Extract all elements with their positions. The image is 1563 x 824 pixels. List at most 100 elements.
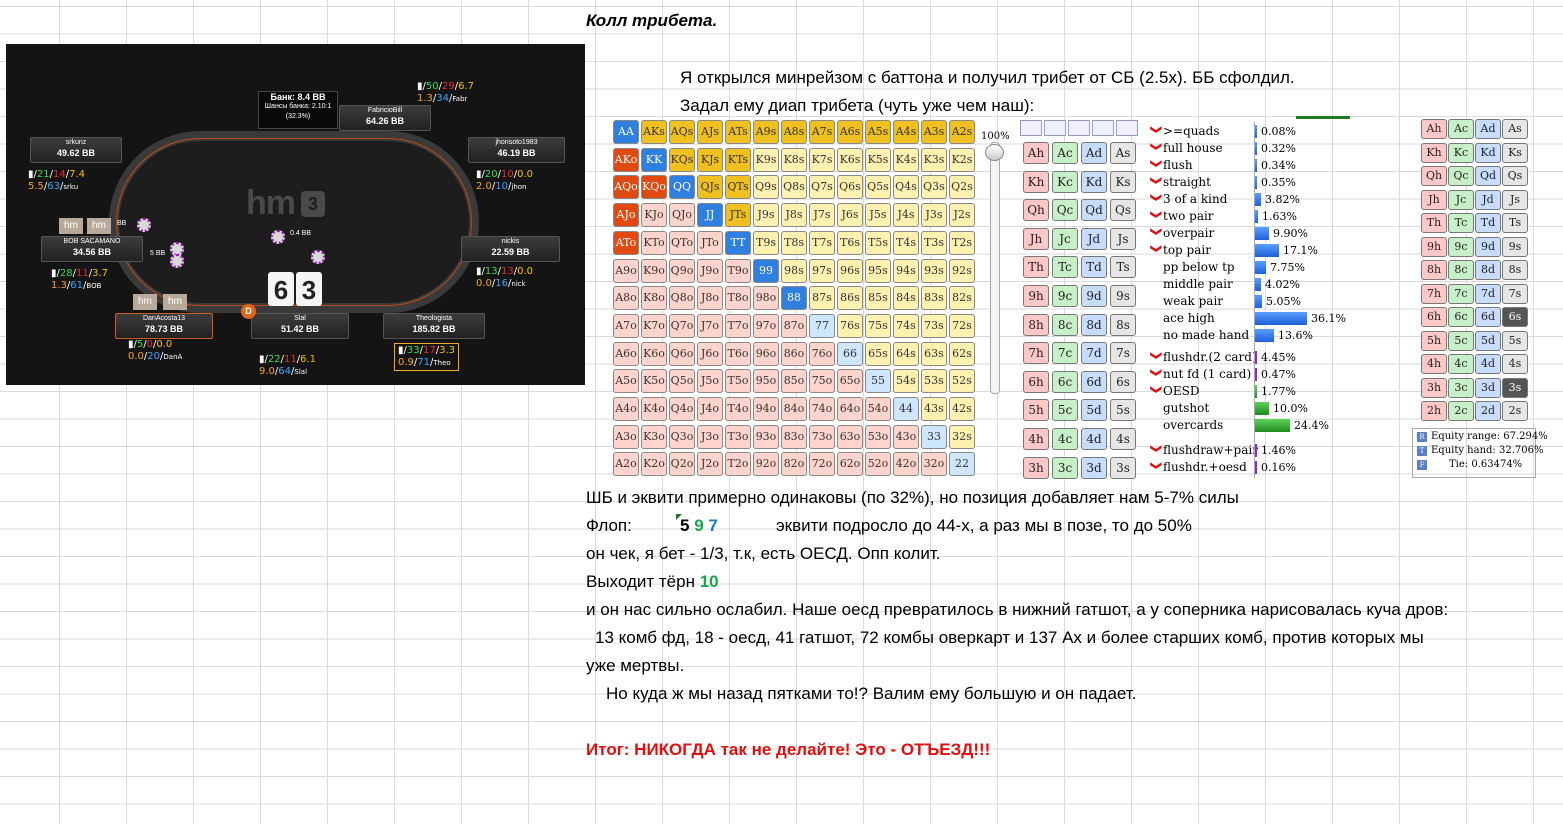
board-card[interactable]: Ah [1023,142,1049,164]
range-cell[interactable]: 76s [837,313,863,338]
dead-card[interactable]: 7s [1502,283,1528,304]
range-cell[interactable]: A9s [753,120,779,144]
range-cell[interactable]: 55 [865,369,891,394]
chevron-down-icon[interactable]: ❯ [1149,210,1163,224]
range-cell[interactable]: T9s [753,230,779,255]
range-cell[interactable]: AJo [613,203,639,228]
range-cell[interactable]: 77 [809,313,835,338]
range-cell[interactable]: A8s [781,120,807,144]
dead-card[interactable]: 9d [1475,236,1501,257]
range-cell[interactable]: 74s [893,313,919,338]
range-cell[interactable]: Q6s [837,175,863,200]
range-cell[interactable]: J2s [949,203,975,228]
range-cell[interactable]: K7o [641,313,667,338]
chevron-down-icon[interactable]: ❯ [1149,461,1163,475]
range-cell[interactable]: 92o [753,452,779,477]
range-cell[interactable]: KQo [641,175,667,200]
board-slot[interactable] [1068,120,1090,136]
range-cell[interactable]: 87s [809,286,835,311]
range-cell[interactable]: 76o [809,341,835,366]
dead-card[interactable]: Td [1475,213,1501,233]
range-cell[interactable]: T7s [809,230,835,255]
range-cell[interactable]: Q3o [669,424,695,449]
range-cell[interactable]: 86s [837,286,863,311]
range-cell[interactable]: 52s [949,369,975,394]
dead-card[interactable]: Kc [1448,142,1474,163]
range-cell[interactable]: K7s [809,147,835,172]
range-cell[interactable]: Q3s [921,175,947,200]
range-cell[interactable]: AJs [697,120,723,144]
range-cell[interactable]: J7s [809,203,835,228]
range-cell[interactable]: 62o [837,452,863,477]
board-card[interactable]: 8c [1052,313,1078,336]
range-cell[interactable]: Q4s [893,175,919,200]
dead-card[interactable]: 4d [1475,354,1501,374]
range-cell[interactable]: 85o [781,369,807,394]
board-card[interactable]: 5d [1081,399,1107,422]
range-cell[interactable]: J2o [697,452,723,477]
range-cell[interactable]: QJs [697,175,723,200]
range-cell[interactable]: 82o [781,452,807,477]
board-card[interactable]: 9d [1081,285,1107,307]
range-cell[interactable]: A3s [921,120,947,144]
chevron-down-icon[interactable]: ❯ [1149,368,1163,382]
range-cell[interactable]: 88 [781,286,807,311]
board-card[interactable]: 9s [1110,285,1136,307]
range-cell[interactable]: 95o [753,369,779,394]
dead-card[interactable]: Qs [1502,166,1528,186]
dead-card[interactable]: 4s [1502,354,1528,374]
range-cell[interactable]: J4s [893,203,919,228]
range-cell[interactable]: 54s [893,369,919,394]
dead-card[interactable]: 9h [1421,236,1447,257]
range-cell[interactable]: A6s [837,120,863,144]
board-card[interactable]: 8d [1081,313,1107,336]
range-cell[interactable]: 22 [949,452,975,477]
board-card[interactable]: 4c [1052,428,1078,450]
range-cell[interactable]: 73s [921,313,947,338]
range-cell[interactable]: A7o [613,313,639,338]
dead-card[interactable]: 7c [1448,283,1474,304]
range-cell[interactable]: A7s [809,120,835,144]
range-cell[interactable]: 96o [753,341,779,366]
dead-card[interactable]: Kh [1421,142,1447,163]
range-cell[interactable]: AKs [641,120,667,144]
range-cell[interactable]: J4o [697,397,723,421]
dead-card[interactable]: 5c [1448,330,1474,351]
chevron-down-icon[interactable]: ❯ [1149,176,1163,190]
dead-card[interactable]: 9s [1502,236,1528,257]
range-cell[interactable]: Q2o [669,452,695,477]
range-cell[interactable]: A9o [613,258,639,283]
board-card[interactable]: Jd [1081,227,1107,250]
board-card[interactable]: 7c [1052,342,1078,365]
range-cell[interactable]: T7o [725,313,751,338]
dead-card[interactable]: 3h [1421,377,1447,398]
range-cell[interactable]: 64s [893,341,919,366]
range-cell[interactable]: 33 [921,424,947,449]
range-cell[interactable]: QTs [725,175,751,200]
dead-card[interactable]: 8s [1502,260,1528,280]
chevron-down-icon[interactable]: ❯ [1149,227,1163,241]
range-cell[interactable]: 95s [865,258,891,283]
dead-card[interactable]: 4h [1421,354,1447,374]
range-cell[interactable]: T5s [865,230,891,255]
board-card[interactable]: 5h [1023,399,1049,422]
range-cell[interactable]: K4s [893,147,919,172]
range-cell[interactable]: 65o [837,369,863,394]
range-cell[interactable]: ATo [613,230,639,255]
dead-card[interactable]: 2d [1475,401,1501,421]
dead-card[interactable]: Th [1421,213,1447,233]
board-card[interactable]: Ts [1110,256,1136,279]
range-cell[interactable]: K8s [781,147,807,172]
board-card[interactable]: 4s [1110,428,1136,450]
board-card[interactable]: 6c [1052,370,1078,393]
dead-card[interactable]: Js [1502,189,1528,210]
range-cell[interactable]: K6s [837,147,863,172]
range-cell[interactable]: 75o [809,369,835,394]
range-cell[interactable]: 85s [865,286,891,311]
dead-card[interactable]: 5s [1502,330,1528,351]
range-cell[interactable]: 63s [921,341,947,366]
board-card[interactable]: Jh [1023,227,1049,250]
range-cell[interactable]: 52o [865,452,891,477]
dead-card[interactable]: Tc [1448,213,1474,233]
dead-card[interactable]: 2c [1448,401,1474,421]
